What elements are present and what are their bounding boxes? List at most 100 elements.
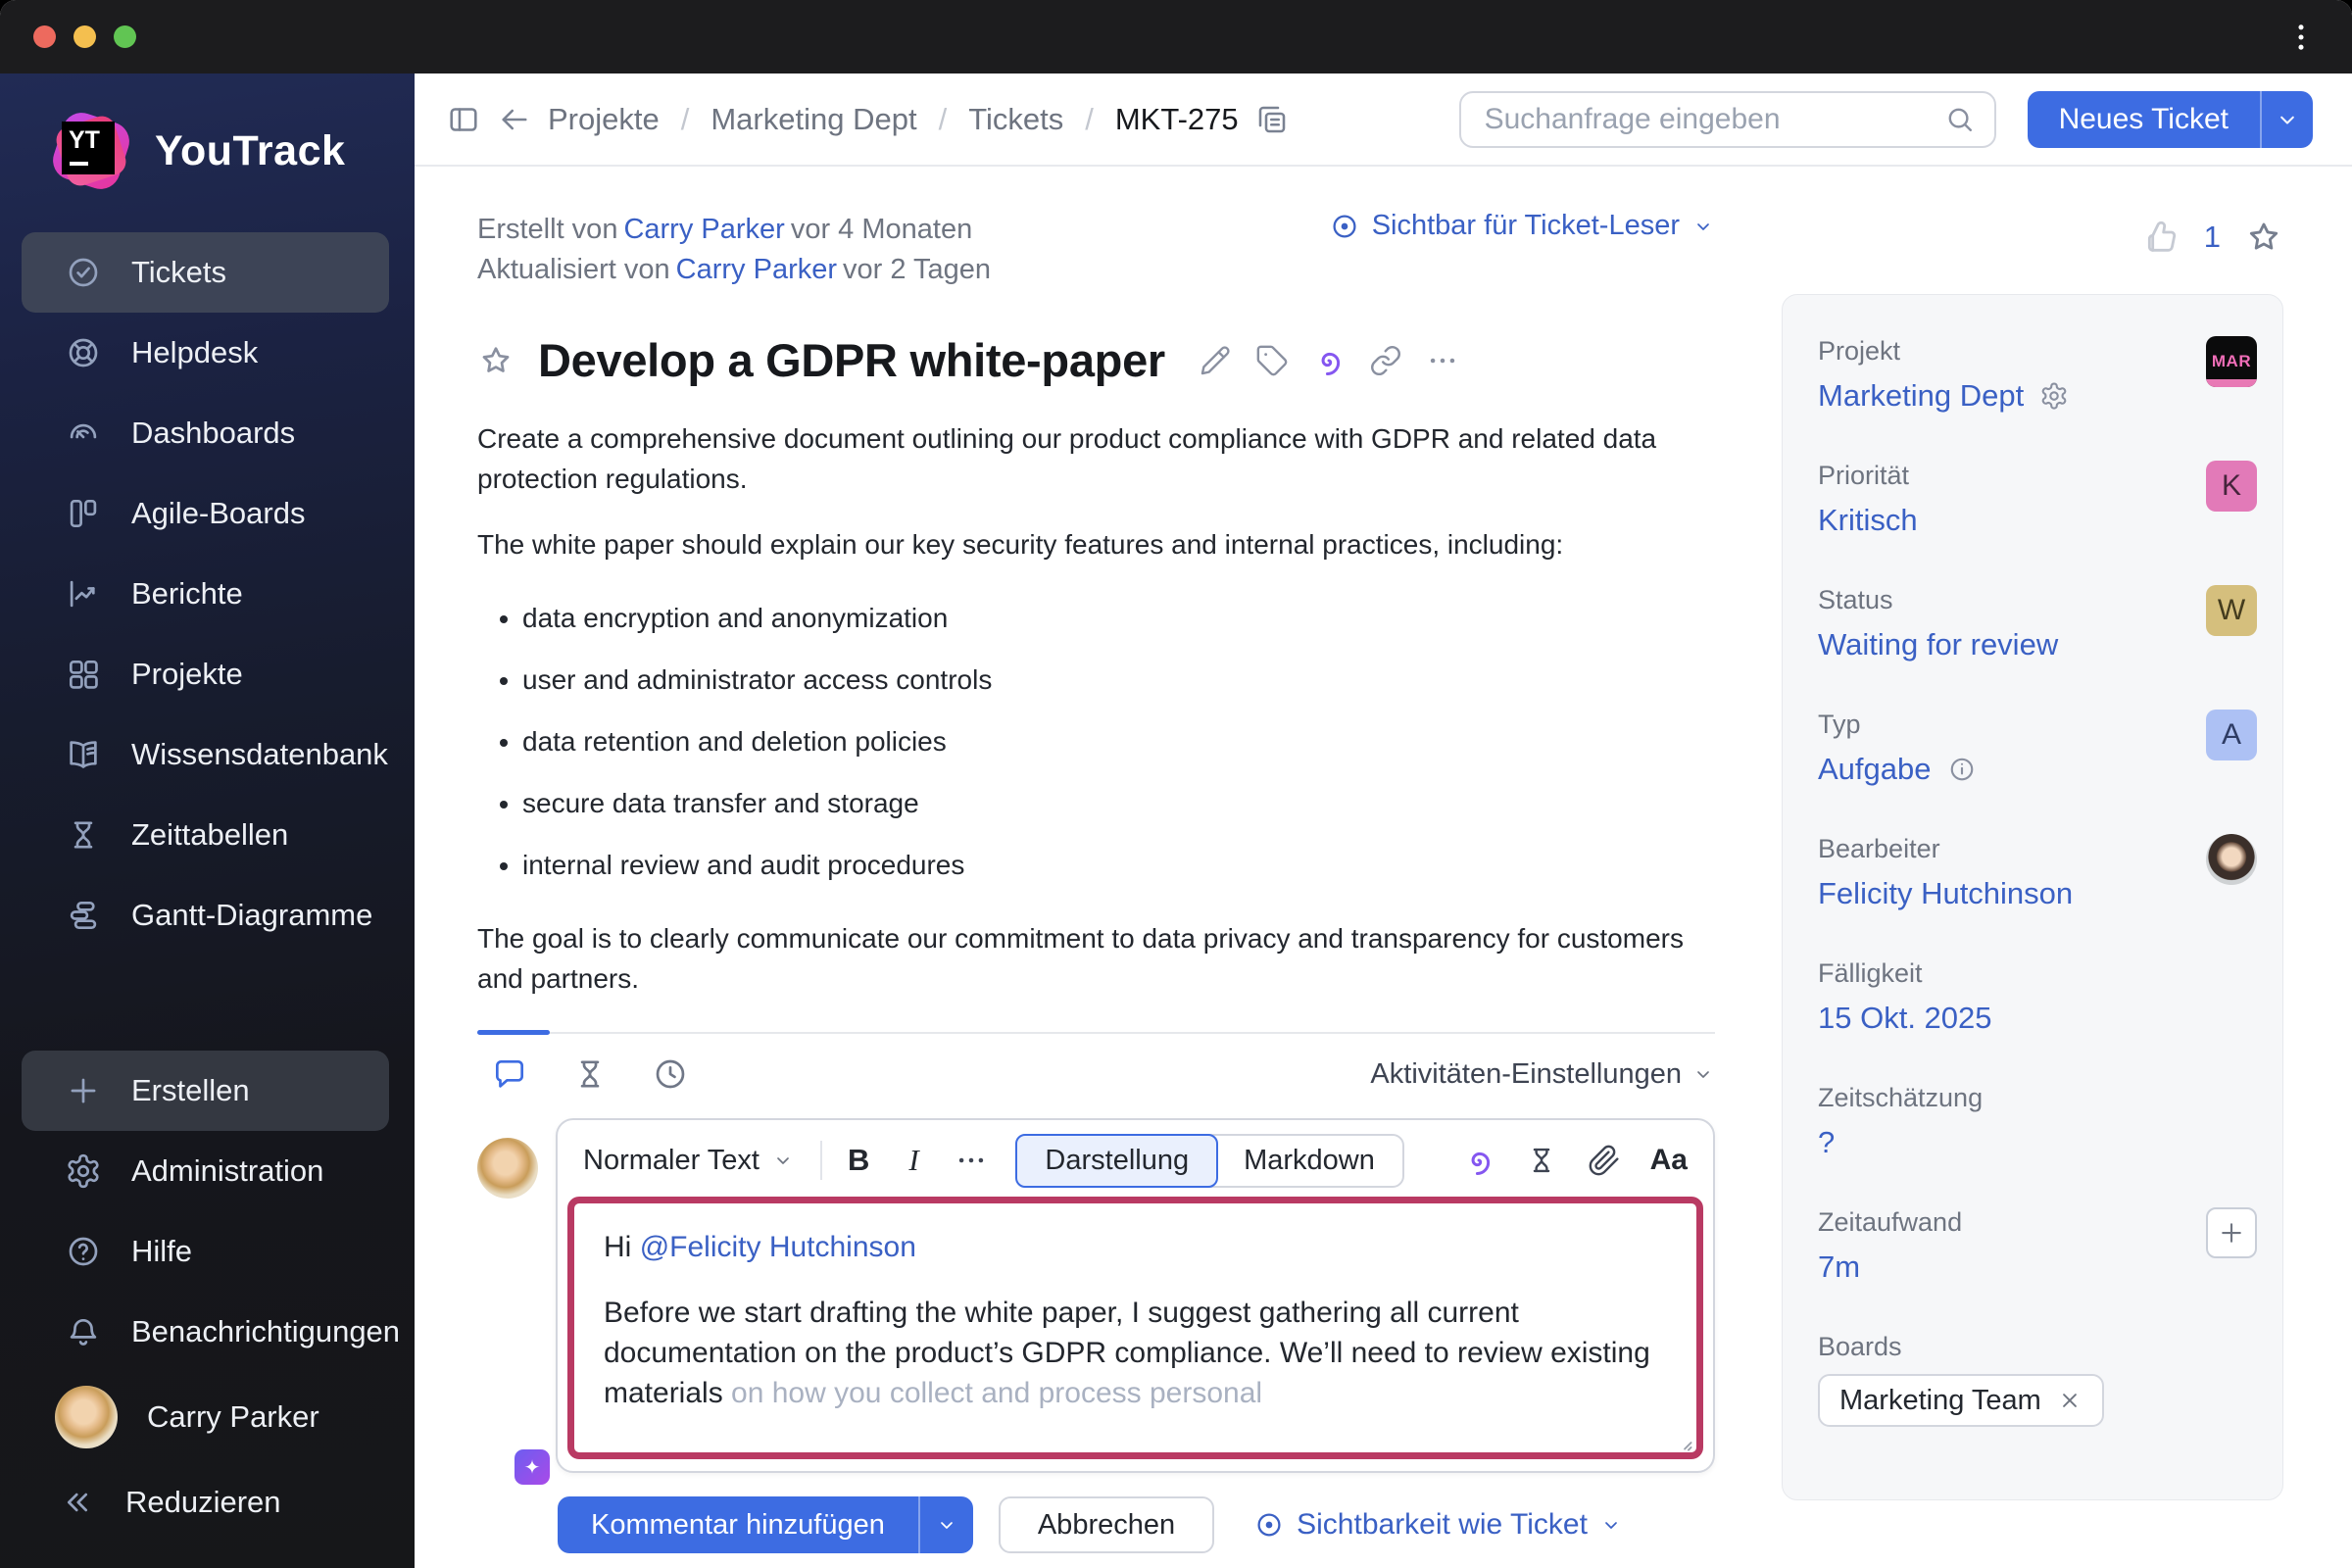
- search-box[interactable]: [1459, 91, 1996, 148]
- ai-assistant-icon[interactable]: [1462, 1144, 1495, 1177]
- field-row-status: StatusWaiting for reviewW: [1818, 585, 2257, 662]
- italic-button[interactable]: I: [908, 1143, 918, 1178]
- window-zoom-button[interactable]: [114, 25, 136, 48]
- link-issue-icon[interactable]: [1369, 344, 1402, 377]
- edit-title-icon[interactable]: [1199, 344, 1232, 377]
- board-chip[interactable]: Marketing Team: [1818, 1374, 2104, 1427]
- visibility-selector[interactable]: Sichtbar für Ticket-Leser: [1329, 210, 1715, 242]
- breadcrumb-project[interactable]: Marketing Dept: [710, 102, 916, 137]
- mode-markdown-button[interactable]: Markdown: [1216, 1136, 1402, 1186]
- sidebar-item-wissensdatenbank[interactable]: Wissensdatenbank: [22, 714, 389, 795]
- tab-comments-icon[interactable]: [491, 1055, 528, 1093]
- cancel-button[interactable]: Abbrechen: [999, 1496, 1214, 1553]
- mention-link[interactable]: @Felicity Hutchinson: [640, 1231, 916, 1263]
- info-circle-icon[interactable]: [1947, 755, 1977, 784]
- created-author-link[interactable]: Carry Parker: [623, 214, 784, 245]
- sidebar-item-benachrichtigungen[interactable]: Benachrichtigungen: [22, 1292, 389, 1372]
- add-work-icon[interactable]: [1525, 1144, 1558, 1177]
- ai-assistant-icon[interactable]: [1312, 344, 1346, 377]
- add-spent-time-plus-button[interactable]: [2206, 1207, 2257, 1258]
- back-icon[interactable]: [497, 102, 532, 137]
- remove-board-icon[interactable]: [2057, 1388, 2082, 1413]
- copy-id-icon[interactable]: [1254, 102, 1290, 137]
- breadcrumb-projects[interactable]: Projekte: [548, 102, 660, 137]
- field-value-f-lligkeit[interactable]: 15 Okt. 2025: [1818, 1001, 1992, 1036]
- description-bullet: internal review and audit procedures: [522, 845, 1715, 885]
- window-minimize-button[interactable]: [74, 25, 96, 48]
- sidebar-item-erstellen[interactable]: Erstellen: [22, 1051, 389, 1131]
- grid-icon: [65, 656, 102, 693]
- app-logo[interactable]: YT YouTrack: [0, 97, 415, 232]
- add-comment-button[interactable]: Kommentar hinzufügen: [558, 1496, 973, 1553]
- bell-icon: [65, 1313, 102, 1350]
- search-input[interactable]: [1485, 103, 1943, 136]
- gantt-icon: [65, 897, 102, 934]
- sidebar-item-gantt-diagramme[interactable]: Gantt-Diagramme: [22, 875, 389, 956]
- search-icon[interactable]: [1943, 103, 1977, 136]
- ai-ghost-suggestion: on how you collect and process personal: [731, 1377, 1262, 1409]
- question-circle-icon: [65, 1233, 102, 1270]
- comment-actions: Kommentar hinzufügen Abbrechen Sichtbark…: [477, 1496, 1715, 1553]
- sidebar-item-projekte[interactable]: Projekte: [22, 634, 389, 714]
- gear-icon[interactable]: [2039, 381, 2069, 411]
- sidebar-user[interactable]: Carry Parker: [22, 1372, 389, 1462]
- activity-settings-button[interactable]: Aktivitäten-Einstellungen: [1370, 1058, 1715, 1091]
- bold-button[interactable]: B: [848, 1143, 869, 1178]
- tab-history-icon[interactable]: [652, 1055, 689, 1093]
- project-badge[interactable]: MAR: [2206, 336, 2257, 387]
- created-line: Erstellt vonCarry Parkervor 4 Monaten: [477, 210, 991, 250]
- topbar: Projekte / Marketing Dept / Tickets / MK…: [415, 74, 2352, 167]
- comment-visibility-selector[interactable]: Sichtbarkeit wie Ticket: [1253, 1508, 1623, 1542]
- collapse-panel-icon[interactable]: [446, 102, 481, 137]
- watch-star-icon[interactable]: [2244, 218, 2283, 257]
- field-value-projekt[interactable]: Marketing Dept: [1818, 378, 2069, 414]
- comment-input[interactable]: Hi @Felicity Hutchinson Before we start …: [567, 1197, 1703, 1459]
- window-menu-icon[interactable]: [2283, 20, 2319, 55]
- field-value-boards[interactable]: Marketing Team: [1818, 1374, 2104, 1427]
- tab-work-log-icon[interactable]: [571, 1055, 609, 1093]
- field-value-zeitsch-tzung[interactable]: ?: [1818, 1125, 1983, 1160]
- add-tag-icon[interactable]: [1255, 344, 1289, 377]
- description-list: data encryption and anonymizationuser an…: [477, 598, 1715, 885]
- sidebar-collapse-button[interactable]: Reduzieren: [22, 1462, 389, 1543]
- gear-icon: [65, 1152, 102, 1190]
- fields-panel: ProjektMarketing DeptMARPrioritätKritisc…: [1782, 294, 2283, 1500]
- sidebar-item-berichte[interactable]: Berichte: [22, 554, 389, 634]
- typ-badge[interactable]: A: [2206, 710, 2257, 760]
- editor-toolbar: Normaler Text B I Darstellung Markdown: [567, 1128, 1703, 1193]
- more-actions-icon[interactable]: [1426, 344, 1459, 377]
- priorit-t-badge[interactable]: K: [2206, 461, 2257, 512]
- window-close-button[interactable]: [33, 25, 56, 48]
- commenter-avatar: ✦: [477, 1138, 540, 1473]
- sidebar-item-administration[interactable]: Administration: [22, 1131, 389, 1211]
- submit-dropdown-icon[interactable]: [935, 1513, 958, 1537]
- breadcrumb-tickets[interactable]: Tickets: [968, 102, 1063, 137]
- sidebar-item-zeittabellen[interactable]: Zeittabellen: [22, 795, 389, 875]
- field-value-bearbeiter[interactable]: Felicity Hutchinson: [1818, 876, 2073, 911]
- breadcrumb-issue-id[interactable]: MKT-275: [1115, 102, 1239, 137]
- field-value-status[interactable]: Waiting for review: [1818, 627, 2058, 662]
- sidebar-item-tickets[interactable]: Tickets: [22, 232, 389, 313]
- field-value-typ[interactable]: Aufgabe: [1818, 752, 1977, 787]
- sidebar-footer: ErstellenAdministrationHilfeBenachrichti…: [0, 1051, 415, 1543]
- new-ticket-button[interactable]: Neues Ticket: [2028, 91, 2313, 148]
- like-icon[interactable]: [2141, 218, 2180, 257]
- more-formatting-icon[interactable]: [955, 1144, 988, 1177]
- field-value-zeitaufwand[interactable]: 7m: [1818, 1250, 1962, 1285]
- mode-wysiwyg-button[interactable]: Darstellung: [1015, 1134, 1218, 1188]
- resize-handle[interactable]: [1671, 1429, 1696, 1454]
- sidebar-item-helpdesk[interactable]: Helpdesk: [22, 313, 389, 393]
- updated-author-link[interactable]: Carry Parker: [676, 254, 837, 285]
- sidebar-item-hilfe[interactable]: Hilfe: [22, 1211, 389, 1292]
- star-issue-icon[interactable]: [477, 342, 514, 379]
- sidebar-item-agile-boards[interactable]: Agile-Boards: [22, 473, 389, 554]
- font-settings-button[interactable]: Aa: [1650, 1144, 1688, 1177]
- app-title: YouTrack: [155, 127, 345, 175]
- new-ticket-dropdown-icon[interactable]: [2274, 106, 2301, 133]
- status-badge[interactable]: W: [2206, 585, 2257, 636]
- sidebar-item-dashboards[interactable]: Dashboards: [22, 393, 389, 473]
- text-format-dropdown[interactable]: Normaler Text: [583, 1145, 795, 1177]
- field-value-priorit-t[interactable]: Kritisch: [1818, 503, 1918, 538]
- assignee-avatar[interactable]: [2206, 834, 2257, 885]
- attach-file-icon[interactable]: [1588, 1144, 1621, 1177]
